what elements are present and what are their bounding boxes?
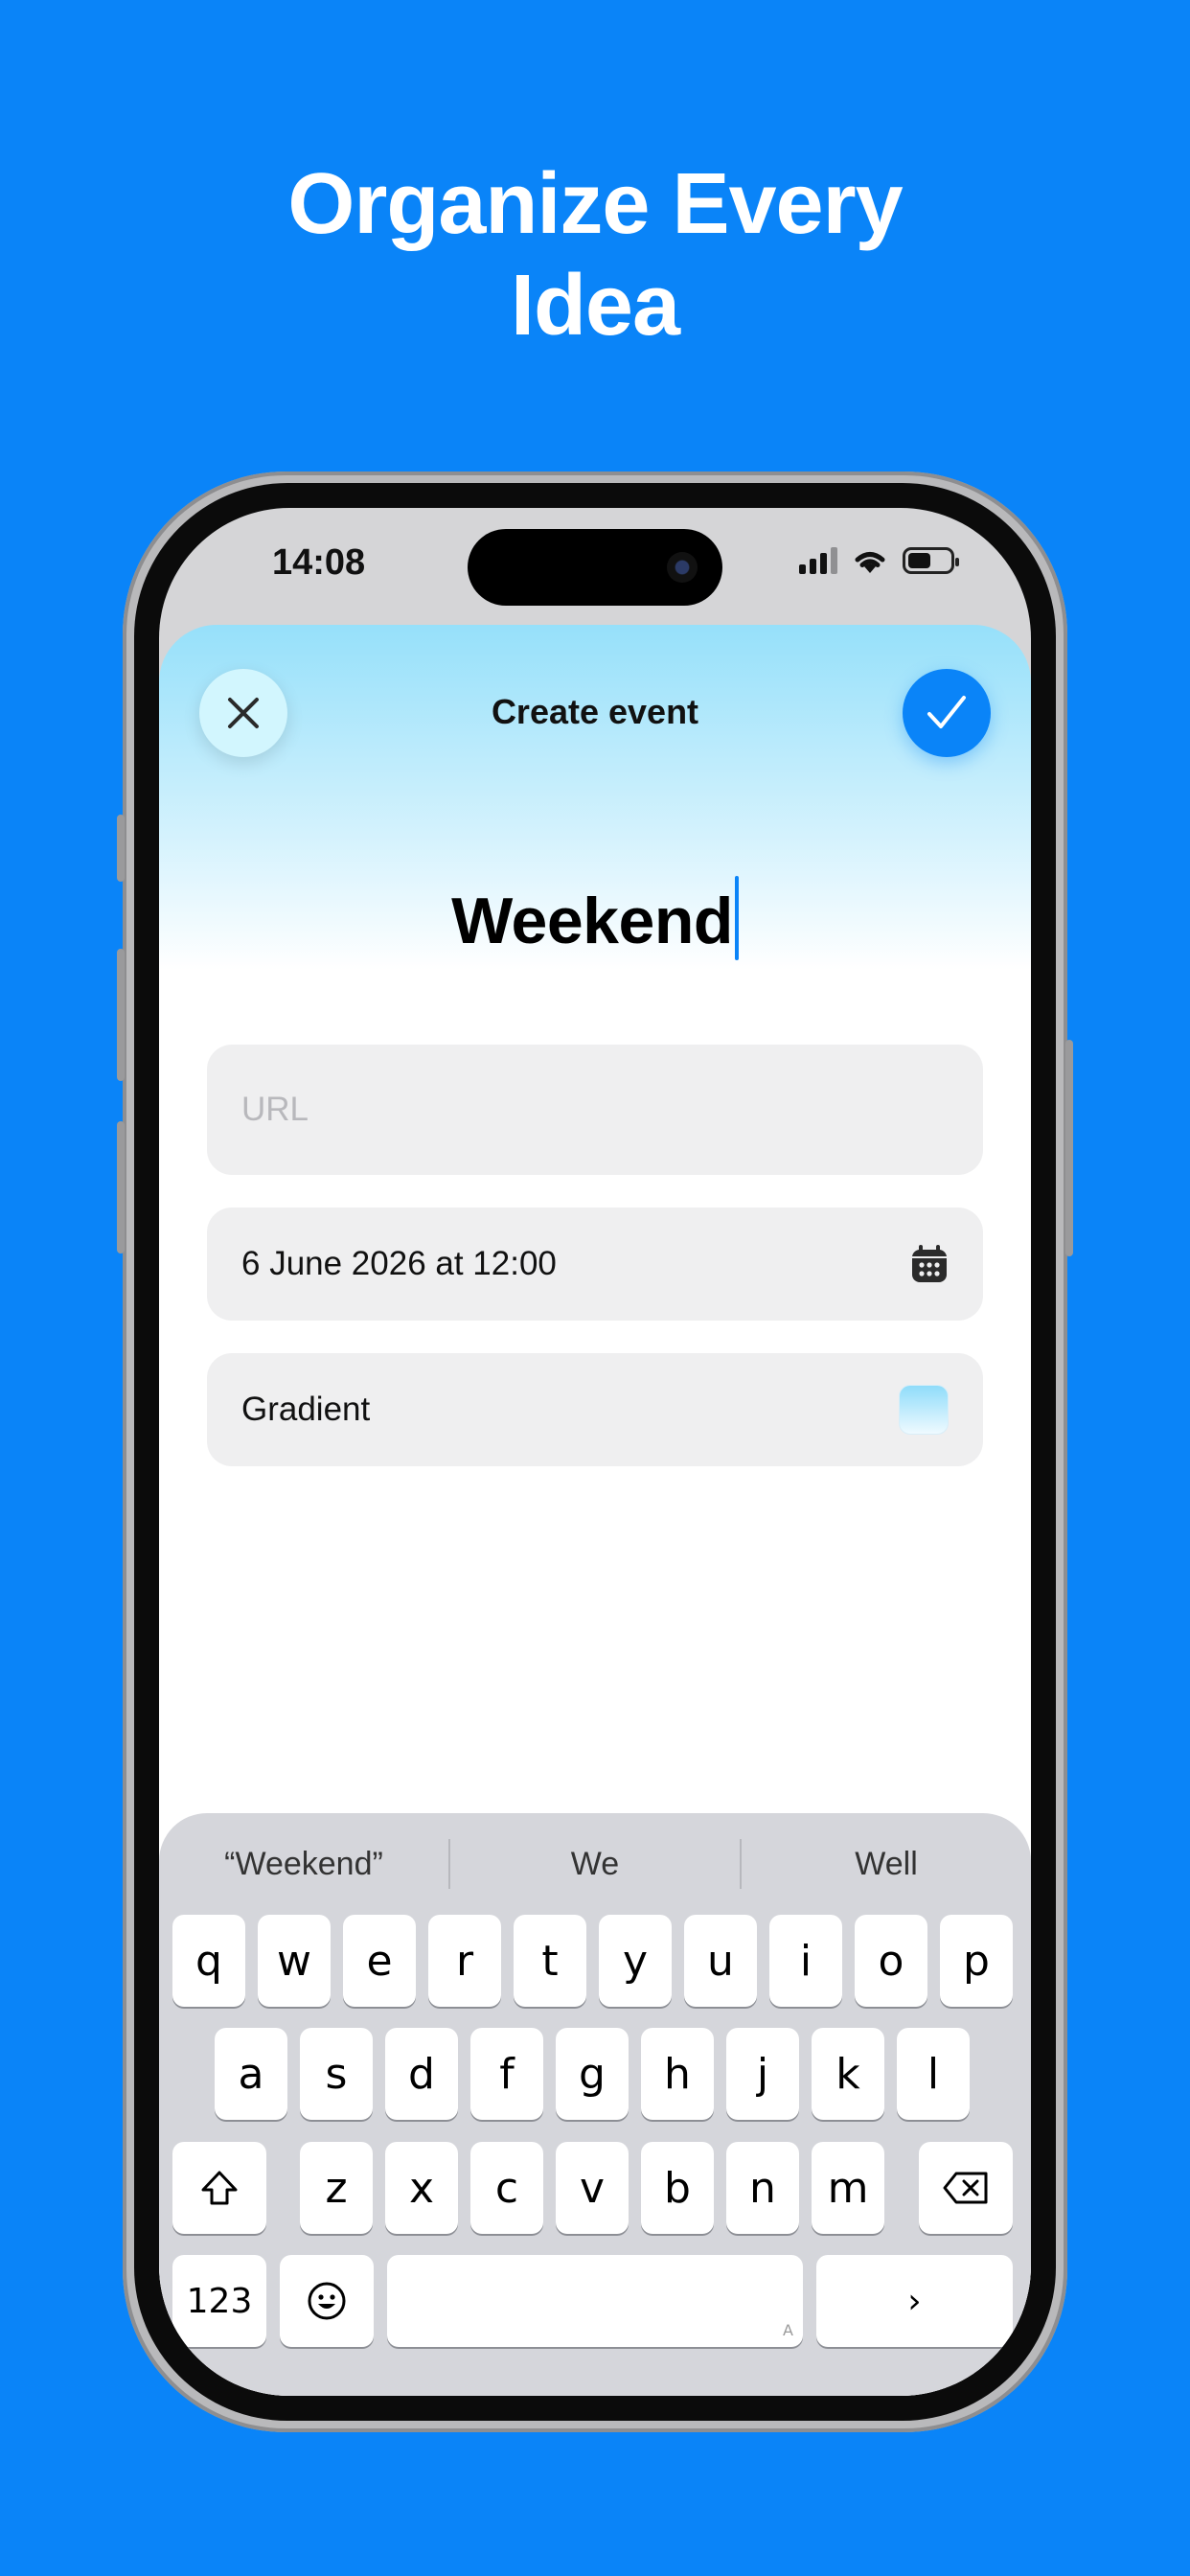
backspace-icon xyxy=(943,2172,988,2204)
date-value: 6 June 2026 at 12:00 xyxy=(241,1245,557,1282)
camera-icon xyxy=(667,552,698,583)
key-n[interactable]: n xyxy=(726,2142,799,2234)
key-l[interactable]: l xyxy=(897,2028,970,2120)
key-g[interactable]: g xyxy=(556,2028,629,2120)
key-m[interactable]: m xyxy=(812,2142,884,2234)
side-button-power xyxy=(1065,1040,1073,1256)
gradient-field[interactable]: Gradient xyxy=(207,1353,983,1466)
event-name-input[interactable]: Weekend xyxy=(159,876,1031,960)
headline: Organize Every Idea xyxy=(0,153,1190,356)
key-i[interactable]: i xyxy=(769,1915,842,2007)
dynamic-island xyxy=(468,529,722,606)
status-time: 14:08 xyxy=(272,542,366,583)
cellular-signal-icon xyxy=(799,547,837,574)
key-o[interactable]: o xyxy=(855,1915,927,2007)
key-h[interactable]: h xyxy=(641,2028,714,2120)
key-s[interactable]: s xyxy=(300,2028,373,2120)
suggestion-1[interactable]: “Weekend” xyxy=(159,1846,448,1883)
key-e[interactable]: e xyxy=(343,1915,416,2007)
keyboard: “Weekend” We Well q w e r t y u i o p a … xyxy=(159,1813,1031,2396)
gradient-swatch[interactable] xyxy=(899,1385,949,1435)
key-b[interactable]: b xyxy=(641,2142,714,2234)
phone-screen: 14:08 Create event Weekend URL 6 June 20… xyxy=(159,508,1031,2396)
key-c[interactable]: c xyxy=(470,2142,543,2234)
suggestion-3[interactable]: Well xyxy=(742,1846,1031,1883)
space-hint: A xyxy=(783,2321,793,2339)
headline-line-1: Organize Every xyxy=(287,156,903,252)
key-u[interactable]: u xyxy=(684,1915,757,2007)
key-f[interactable]: f xyxy=(470,2028,543,2120)
side-button-volume-up xyxy=(117,949,125,1081)
suggestion-2[interactable]: We xyxy=(450,1846,740,1883)
key-p[interactable]: p xyxy=(940,1915,1013,2007)
key-x[interactable]: x xyxy=(385,2142,458,2234)
confirm-button[interactable] xyxy=(903,669,991,757)
key-v[interactable]: v xyxy=(556,2142,629,2234)
key-z[interactable]: z xyxy=(300,2142,373,2234)
key-a[interactable]: a xyxy=(215,2028,287,2120)
shift-key[interactable] xyxy=(172,2142,266,2234)
shift-icon xyxy=(201,2171,238,2205)
delete-key[interactable] xyxy=(919,2142,1013,2234)
key-k[interactable]: k xyxy=(812,2028,884,2120)
suggestion-bar: “Weekend” We Well xyxy=(159,1834,1031,1894)
key-j[interactable]: j xyxy=(726,2028,799,2120)
emoji-key[interactable] xyxy=(280,2255,374,2347)
key-t[interactable]: t xyxy=(514,1915,586,2007)
side-button-volume-down xyxy=(117,1121,125,1254)
date-field[interactable]: 6 June 2026 at 12:00 xyxy=(207,1208,983,1321)
side-button-silent xyxy=(117,815,125,882)
wifi-icon xyxy=(855,552,885,573)
checkmark-icon xyxy=(927,696,966,728)
key-q[interactable]: q xyxy=(172,1915,245,2007)
key-y[interactable]: y xyxy=(599,1915,672,2007)
numbers-key[interactable]: 123 xyxy=(172,2255,266,2347)
space-key[interactable]: A xyxy=(387,2255,803,2347)
gradient-label: Gradient xyxy=(241,1391,371,1428)
key-w[interactable]: w xyxy=(258,1915,331,2007)
headline-line-2: Idea xyxy=(510,258,680,354)
battery-icon xyxy=(903,547,959,574)
create-event-sheet: Create event Weekend URL 6 June 2026 at … xyxy=(159,625,1031,2396)
text-cursor xyxy=(734,876,739,960)
key-r[interactable]: r xyxy=(428,1915,501,2007)
return-key[interactable]: › xyxy=(816,2255,1013,2347)
event-name-text: Weekend xyxy=(451,885,733,957)
url-field[interactable]: URL xyxy=(207,1045,983,1175)
url-placeholder: URL xyxy=(241,1091,309,1128)
emoji-icon xyxy=(308,2282,346,2320)
key-d[interactable]: d xyxy=(385,2028,458,2120)
status-icons xyxy=(799,546,959,575)
calendar-icon xyxy=(912,1245,947,1282)
sheet-title: Create event xyxy=(491,692,699,731)
